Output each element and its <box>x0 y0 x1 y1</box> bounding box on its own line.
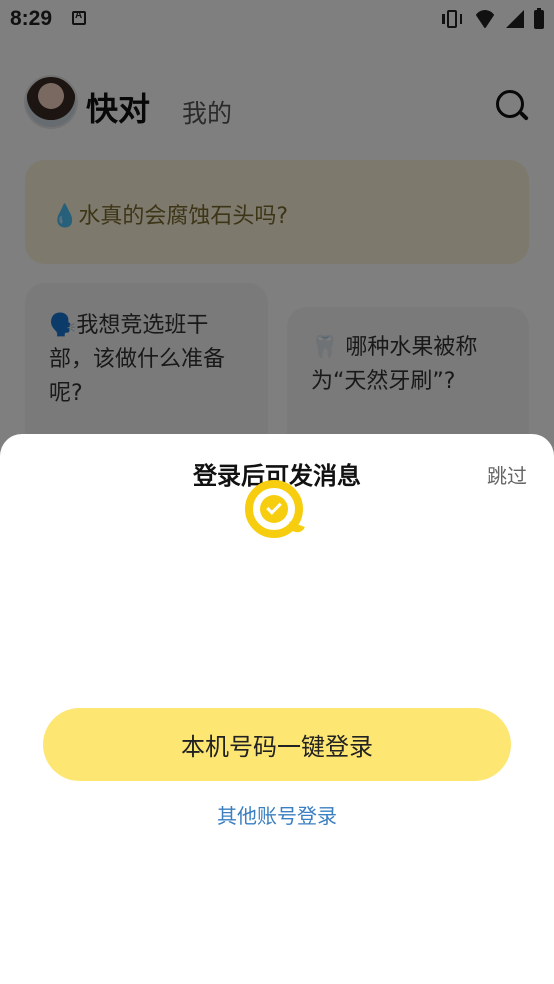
login-bottom-sheet: 登录后可发消息 跳过 本机号码一键登录 其他账号登录 <box>0 434 554 984</box>
other-account-login-link[interactable]: 其他账号登录 <box>0 800 554 829</box>
kuaidui-logo-icon <box>243 478 309 544</box>
skip-button[interactable]: 跳过 <box>487 460 527 489</box>
one-click-login-button[interactable]: 本机号码一键登录 <box>43 708 511 781</box>
